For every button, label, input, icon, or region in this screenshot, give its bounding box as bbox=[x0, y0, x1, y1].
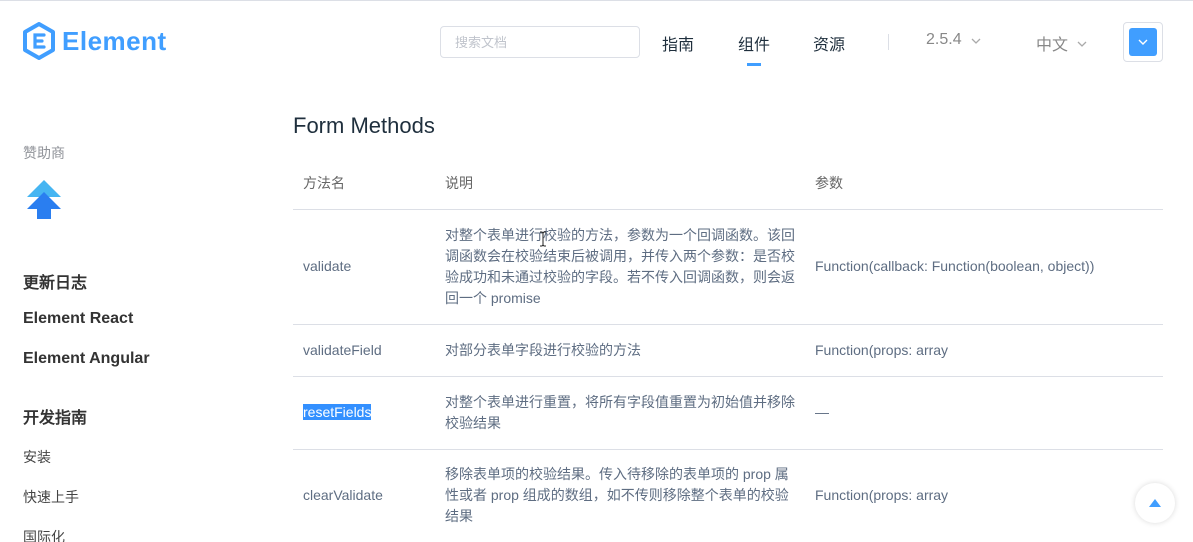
theme-color-swatch bbox=[1129, 28, 1157, 56]
search-input[interactable] bbox=[440, 26, 640, 58]
chevron-down-icon bbox=[1138, 39, 1148, 45]
nav-resources[interactable]: 资源 bbox=[813, 31, 845, 55]
description-text: 对整个表单进行校验的方法，参数为一个回调函数。该回调函数会在校验结束后被调用，并… bbox=[445, 226, 795, 306]
method-name: validate bbox=[293, 209, 435, 325]
table-row: clearValidate 移除表单项的校验结果。传入待移除的表单项的 prop… bbox=[293, 449, 1163, 542]
page-title: Form Methods bbox=[293, 113, 435, 138]
sidebar-link-element-react[interactable]: Element React bbox=[23, 310, 133, 328]
method-params: Function(callback: Function(boolean, obj… bbox=[805, 209, 1163, 325]
table-header-row: 方法名 说明 参数 bbox=[293, 157, 1163, 210]
language-dropdown[interactable]: 中文 bbox=[1036, 31, 1087, 55]
table-row: validate 对整个表单进行校验的方法，参数为一个回调函数。该回调函数会在校… bbox=[293, 209, 1163, 325]
method-description: 对整个表单进行校验的方法，参数为一个回调函数。该回调函数会在校验结束后被调用，并… bbox=[435, 209, 805, 325]
method-params: Function(props: array bbox=[805, 449, 1163, 542]
theme-picker-button[interactable] bbox=[1123, 22, 1163, 62]
nav-divider bbox=[888, 34, 889, 50]
sidebar-section-dev-guide: 开发指南 bbox=[23, 410, 88, 427]
element-logo[interactable]: Element bbox=[22, 22, 167, 60]
description-text: 对部分表单字段进行校验的方法 bbox=[445, 341, 641, 358]
sidebar: 赞助商 更新日志 Element React Element Angular 开… bbox=[0, 80, 260, 542]
column-header-description: 说明 bbox=[435, 157, 805, 210]
chevron-down-icon bbox=[1077, 34, 1087, 52]
chevron-down-icon bbox=[971, 31, 981, 49]
description-text: 移除表单项的校验结果。传入待移除的表单项的 prop 属性或者 prop 组成的… bbox=[445, 466, 789, 524]
method-name-cell: resetFields bbox=[293, 376, 435, 450]
version-dropdown[interactable]: 2.5.4 bbox=[926, 31, 981, 49]
version-label: 2.5.4 bbox=[926, 31, 962, 48]
sponsor-logo[interactable] bbox=[26, 180, 62, 225]
element-hexagon-icon bbox=[23, 22, 55, 60]
method-name-selected: resetFields bbox=[303, 404, 372, 420]
column-header-params: 参数 bbox=[805, 157, 1163, 210]
sidebar-link-changelog[interactable]: 更新日志 bbox=[23, 269, 87, 293]
column-header-method: 方法名 bbox=[293, 157, 435, 210]
sidebar-link-element-angular[interactable]: Element Angular bbox=[23, 350, 150, 368]
sidebar-item-i18n[interactable]: 国际化 bbox=[23, 527, 65, 542]
method-params: — bbox=[805, 376, 1163, 450]
description-text: 对整个表单进行重置，将所有字段值重置为初始值并移除校验结果 bbox=[445, 393, 795, 431]
caret-up-icon bbox=[1149, 499, 1161, 507]
sidebar-item-quickstart[interactable]: 快速上手 bbox=[23, 487, 79, 507]
sponsor-label: 赞助商 bbox=[23, 145, 65, 161]
method-description: 对部分表单字段进行校验的方法 bbox=[435, 324, 805, 377]
methods-table: 方法名 说明 参数 validate 对整个表单进行校验的方法，参数为一个回调函… bbox=[293, 157, 1163, 542]
method-description: 对整个表单进行重置，将所有字段值重置为初始值并移除校验结果 bbox=[435, 376, 805, 450]
method-name: validateField bbox=[293, 324, 435, 377]
sidebar-item-install[interactable]: 安装 bbox=[23, 447, 51, 467]
language-label: 中文 bbox=[1036, 37, 1069, 54]
table-row: validateField 对部分表单字段进行校验的方法 Function(pr… bbox=[293, 324, 1163, 377]
nav-components[interactable]: 组件 bbox=[738, 31, 770, 66]
nav-guide[interactable]: 指南 bbox=[662, 31, 694, 55]
back-to-top-button[interactable] bbox=[1135, 483, 1175, 523]
method-name: clearValidate bbox=[293, 449, 435, 542]
brand-name: Element bbox=[62, 25, 167, 56]
text-cursor-icon bbox=[539, 231, 547, 252]
sponsor-arrow-icon bbox=[27, 180, 61, 219]
table-row: resetFields 对整个表单进行重置，将所有字段值重置为初始值并移除校验结… bbox=[293, 376, 1163, 450]
method-params: Function(props: array bbox=[805, 324, 1163, 377]
method-description: 移除表单项的校验结果。传入待移除的表单项的 prop 属性或者 prop 组成的… bbox=[435, 449, 805, 542]
top-header: Element 指南 组件 资源 2.5.4 中文 bbox=[0, 0, 1193, 80]
